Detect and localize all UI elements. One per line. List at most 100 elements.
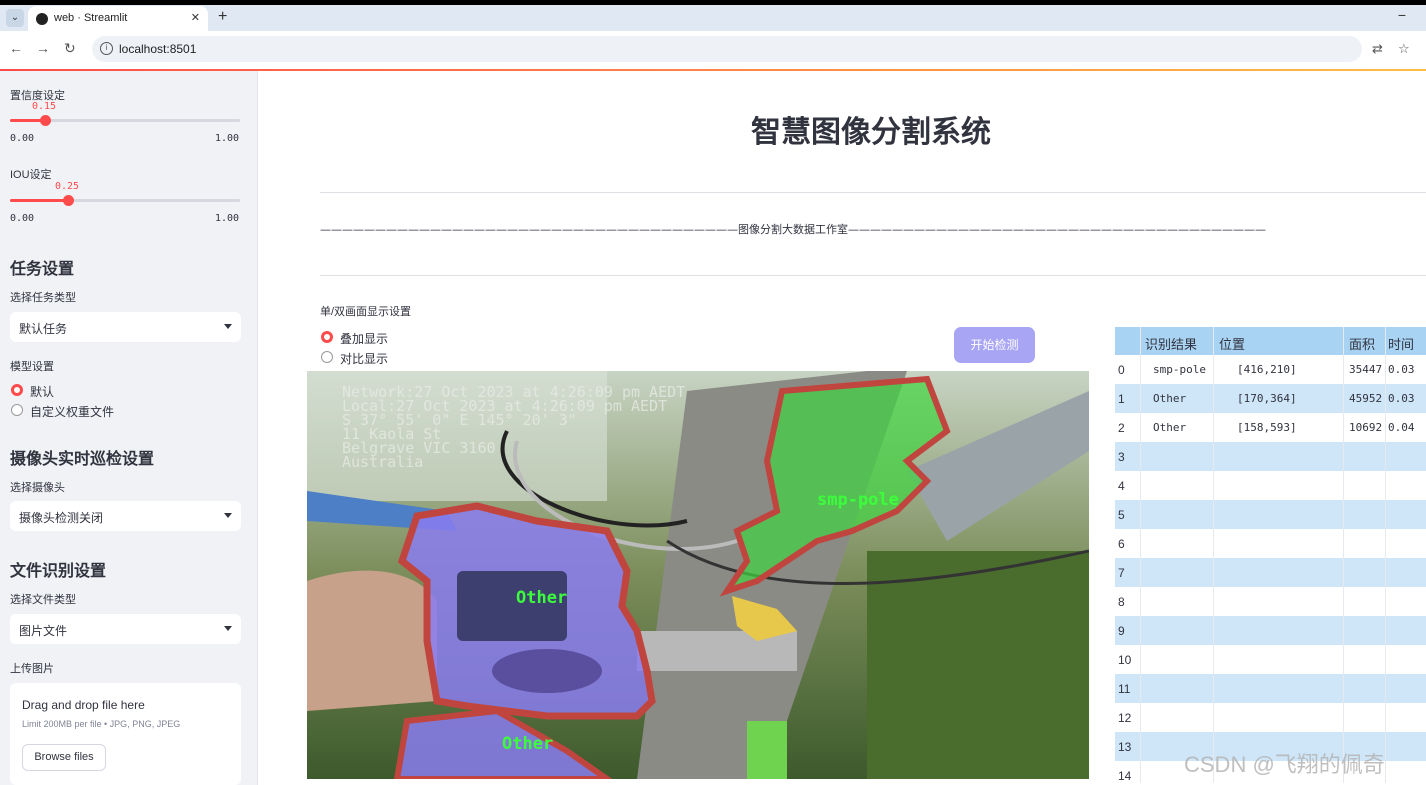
chevron-down-icon <box>224 513 232 518</box>
browser-window: ⌄ web · Streamlit ✕ + − ← → ↻ i localhos… <box>0 5 1426 785</box>
studio-banner: ——————————————————————————————————————图像… <box>320 223 1266 236</box>
new-tab-icon[interactable]: + <box>218 8 227 26</box>
radio-selected-icon <box>321 331 333 343</box>
row-index: 6 <box>1118 537 1125 551</box>
column-divider <box>1213 327 1214 783</box>
table-row[interactable]: 2 Other [158,593] 10692 0.04 <box>1115 413 1426 442</box>
cell-time: 0.04 <box>1388 421 1415 434</box>
streamlit-favicon-icon <box>36 13 48 25</box>
browser-tab[interactable]: web · Streamlit ✕ <box>28 6 208 31</box>
back-icon[interactable]: ← <box>9 40 23 56</box>
table-row[interactable]: 0 smp-pole [416,210] 35447 0.03 <box>1115 355 1426 384</box>
camera-value: 摄像头检测关闭 <box>19 511 104 525</box>
row-index: 2 <box>1118 421 1125 435</box>
start-detection-button[interactable]: 开始检测 <box>954 327 1035 363</box>
tab-search-icon[interactable]: ⌄ <box>6 9 24 27</box>
results-table[interactable]: 识别结果 位置 面积 时间 0 smp-pole [416,210] 35447 0.0… <box>1115 327 1426 783</box>
minimize-icon[interactable]: − <box>1398 7 1406 23</box>
bookmark-star-icon[interactable]: ☆ <box>1398 41 1410 57</box>
table-row[interactable]: 3 <box>1115 442 1426 471</box>
task-type-value: 默认任务 <box>19 322 68 336</box>
main-content: 智慧图像分割系统 ———————————————————————————————… <box>259 71 1426 785</box>
address-bar[interactable]: i localhost:8501 <box>92 36 1362 62</box>
display-option-label: 对比显示 <box>340 352 389 366</box>
table-row[interactable]: 11 <box>1115 674 1426 703</box>
file-dropzone[interactable]: Drag and drop file here Limit 200MB per … <box>10 683 241 785</box>
cell-result: Other <box>1153 421 1187 434</box>
reload-icon[interactable]: ↻ <box>64 40 76 57</box>
row-index: 0 <box>1118 363 1125 377</box>
browse-files-button[interactable]: Browse files <box>22 744 106 771</box>
cell-result: Other <box>1153 392 1187 405</box>
table-row[interactable]: 5 <box>1115 500 1426 529</box>
file-type-label: 选择文件类型 <box>10 594 76 606</box>
file-type-value: 图片文件 <box>19 624 68 638</box>
green-clip <box>747 721 787 779</box>
row-index: 7 <box>1118 566 1125 580</box>
display-option-label: 叠加显示 <box>340 332 389 346</box>
cell-area: 10692 <box>1349 421 1383 434</box>
row-index: 1 <box>1118 392 1125 406</box>
mask-label-smp-pole: smp-pole <box>817 490 899 510</box>
camera-select[interactable]: 摄像头检测关闭 <box>10 501 241 531</box>
table-row[interactable]: 12 <box>1115 703 1426 732</box>
iou-min: 0.00 <box>10 213 35 224</box>
browser-toolbar: ← → ↻ i localhost:8501 ⇄ ☆ <box>0 31 1426 67</box>
table-row[interactable]: 8 <box>1115 587 1426 616</box>
photo-stamp-line: Australia <box>342 453 423 471</box>
iou-slider-thumb[interactable] <box>62 195 74 206</box>
table-row[interactable]: 7 <box>1115 558 1426 587</box>
row-index: 9 <box>1118 624 1125 638</box>
row-index: 5 <box>1118 508 1125 522</box>
translate-icon[interactable]: ⇄ <box>1372 41 1383 57</box>
model-option-label: 自定义权重文件 <box>30 405 115 419</box>
camera-heading: 摄像头实时巡检设置 <box>10 451 155 468</box>
sidebar: 置信度设定 0.15 0.00 1.00 IOU设定 0.25 0.00 1.0… <box>0 71 258 785</box>
cell-position: [158,593] <box>1237 421 1297 434</box>
divider <box>320 275 1426 276</box>
iou-slider[interactable] <box>10 195 240 206</box>
iou-label: IOU设定 <box>10 169 52 181</box>
cell-time: 0.03 <box>1388 363 1415 376</box>
header-time: 时间 <box>1388 337 1415 352</box>
forward-icon[interactable]: → <box>36 40 50 56</box>
header-area: 面积 <box>1349 337 1376 352</box>
chevron-down-icon <box>224 626 232 631</box>
confidence-value: 0.15 <box>32 101 57 112</box>
row-index: 10 <box>1118 653 1132 667</box>
cell-position: [416,210] <box>1237 363 1297 376</box>
table-row[interactable]: 10 <box>1115 645 1426 674</box>
task-type-label: 选择任务类型 <box>10 292 76 304</box>
result-image-svg: Network:27 Oct 2023 at 4:26:09 pm AEDT L… <box>307 371 1089 779</box>
table-row[interactable]: 4 <box>1115 471 1426 500</box>
watermark: CSDN @飞翔的佩奇 <box>1184 752 1385 777</box>
task-type-select[interactable]: 默认任务 <box>10 312 241 342</box>
row-index: 8 <box>1118 595 1125 609</box>
table-row[interactable]: 1 Other [170,364] 45952 0.03 <box>1115 384 1426 413</box>
segmentation-result-image: Network:27 Oct 2023 at 4:26:09 pm AEDT L… <box>307 371 1089 779</box>
table-row[interactable]: 6 <box>1115 529 1426 558</box>
row-index: 4 <box>1118 479 1125 493</box>
camera-label: 选择摄像头 <box>10 482 65 494</box>
radio-unselected-icon <box>11 404 23 416</box>
iou-slider-fill <box>10 199 68 202</box>
url-text: localhost:8501 <box>119 42 197 56</box>
mask-label-other: Other <box>502 734 553 754</box>
confidence-slider[interactable] <box>10 115 240 126</box>
radio-unselected-icon <box>321 351 333 363</box>
page-title: 智慧图像分割系统 <box>751 116 991 149</box>
row-index: 11 <box>1118 682 1131 696</box>
iou-max: 1.00 <box>215 213 240 224</box>
task-heading: 任务设置 <box>10 261 75 278</box>
site-info-icon[interactable]: i <box>100 42 113 55</box>
confidence-slider-thumb[interactable] <box>39 115 51 126</box>
cell-position: [170,364] <box>1237 392 1297 405</box>
mask-label-other: Other <box>516 588 567 608</box>
column-divider <box>1343 327 1344 783</box>
tab-close-icon[interactable]: ✕ <box>191 11 200 24</box>
cell-area: 35447 <box>1349 363 1383 376</box>
table-row[interactable]: 9 <box>1115 616 1426 645</box>
model-label: 模型设置 <box>10 361 54 373</box>
header-position: 位置 <box>1219 337 1246 352</box>
file-type-select[interactable]: 图片文件 <box>10 614 241 644</box>
